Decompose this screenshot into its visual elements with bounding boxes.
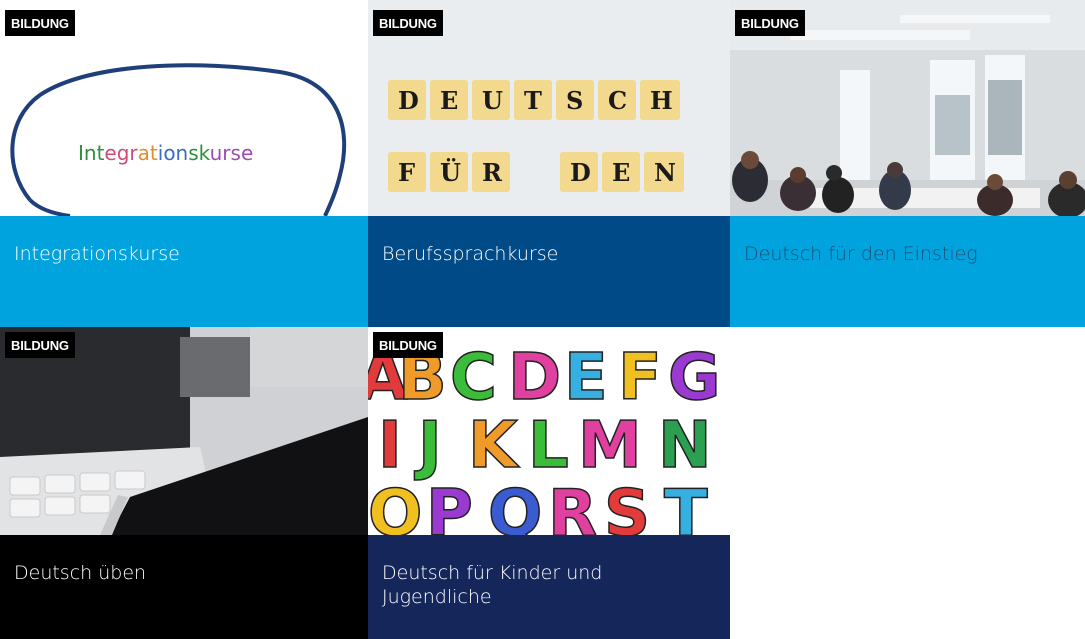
svg-text:F: F	[398, 158, 415, 187]
svg-text:L: L	[528, 409, 569, 483]
svg-text:U: U	[482, 86, 503, 115]
tile-integrationskurse[interactable]: Integrationskurse Integrationskurse BILD…	[0, 0, 368, 327]
tile-title: Deutsch üben	[0, 535, 368, 639]
svg-text:K: K	[468, 409, 520, 483]
tile-title: Deutsch für den Einstieg	[730, 216, 1085, 327]
svg-text:O: O	[368, 477, 422, 535]
svg-text:T: T	[524, 86, 542, 115]
svg-text:Q: Q	[488, 477, 542, 535]
svg-text:F: F	[618, 341, 662, 415]
svg-text:R: R	[548, 477, 597, 535]
svg-text:M: M	[578, 409, 642, 483]
svg-text:G: G	[668, 341, 721, 415]
tile-title: Deutsch für Kinder und Jugendliche	[368, 535, 730, 639]
category-badge: BILDUNG	[373, 332, 443, 358]
cloud-lettering: Integrationskurse	[78, 141, 253, 165]
tile-title: Integrationskurse	[0, 216, 368, 327]
svg-text:E: E	[612, 158, 630, 187]
tile-deutsch-fuer-kinder[interactable]: A B C D E F G I J K L M N O P Q R S T De…	[368, 327, 730, 639]
svg-text:D: D	[398, 86, 419, 115]
tile-berufssprachkurse[interactable]: D E U T S C H F Ü R D E N Berufssprachku…	[368, 0, 730, 327]
svg-text:T: T	[664, 477, 708, 535]
svg-text:E: E	[564, 341, 608, 415]
category-badge: BILDUNG	[735, 10, 805, 36]
svg-text:S: S	[604, 477, 650, 535]
svg-text:E: E	[440, 86, 458, 115]
category-badge: BILDUNG	[5, 332, 75, 358]
svg-text:Ü: Ü	[440, 158, 461, 187]
category-badge: BILDUNG	[373, 10, 443, 36]
svg-text:N: N	[654, 158, 676, 187]
laptop-phone-photo	[0, 327, 368, 535]
tile-deutsch-ueben[interactable]: Deutsch üben BILDUNG	[0, 327, 368, 639]
svg-text:C: C	[608, 86, 627, 115]
svg-text:R: R	[482, 158, 503, 187]
tile-title: Berufssprachkurse	[368, 216, 730, 327]
category-badge: BILDUNG	[5, 10, 75, 36]
svg-text:P: P	[426, 477, 473, 535]
svg-text:D: D	[508, 341, 561, 415]
svg-text:N: N	[658, 409, 712, 483]
tile-deutsch-fuer-den-einstieg[interactable]: Deutsch für den Einstieg BILDUNG	[730, 0, 1085, 327]
svg-text:I: I	[378, 409, 402, 483]
svg-text:D: D	[570, 158, 591, 187]
alphabet-letters-image: A B C D E F G I J K L M N O P Q R S T	[368, 327, 730, 535]
svg-text:C: C	[450, 341, 497, 415]
svg-text:S: S	[566, 86, 583, 115]
svg-text:J: J	[414, 409, 442, 483]
svg-text:H: H	[650, 86, 673, 115]
